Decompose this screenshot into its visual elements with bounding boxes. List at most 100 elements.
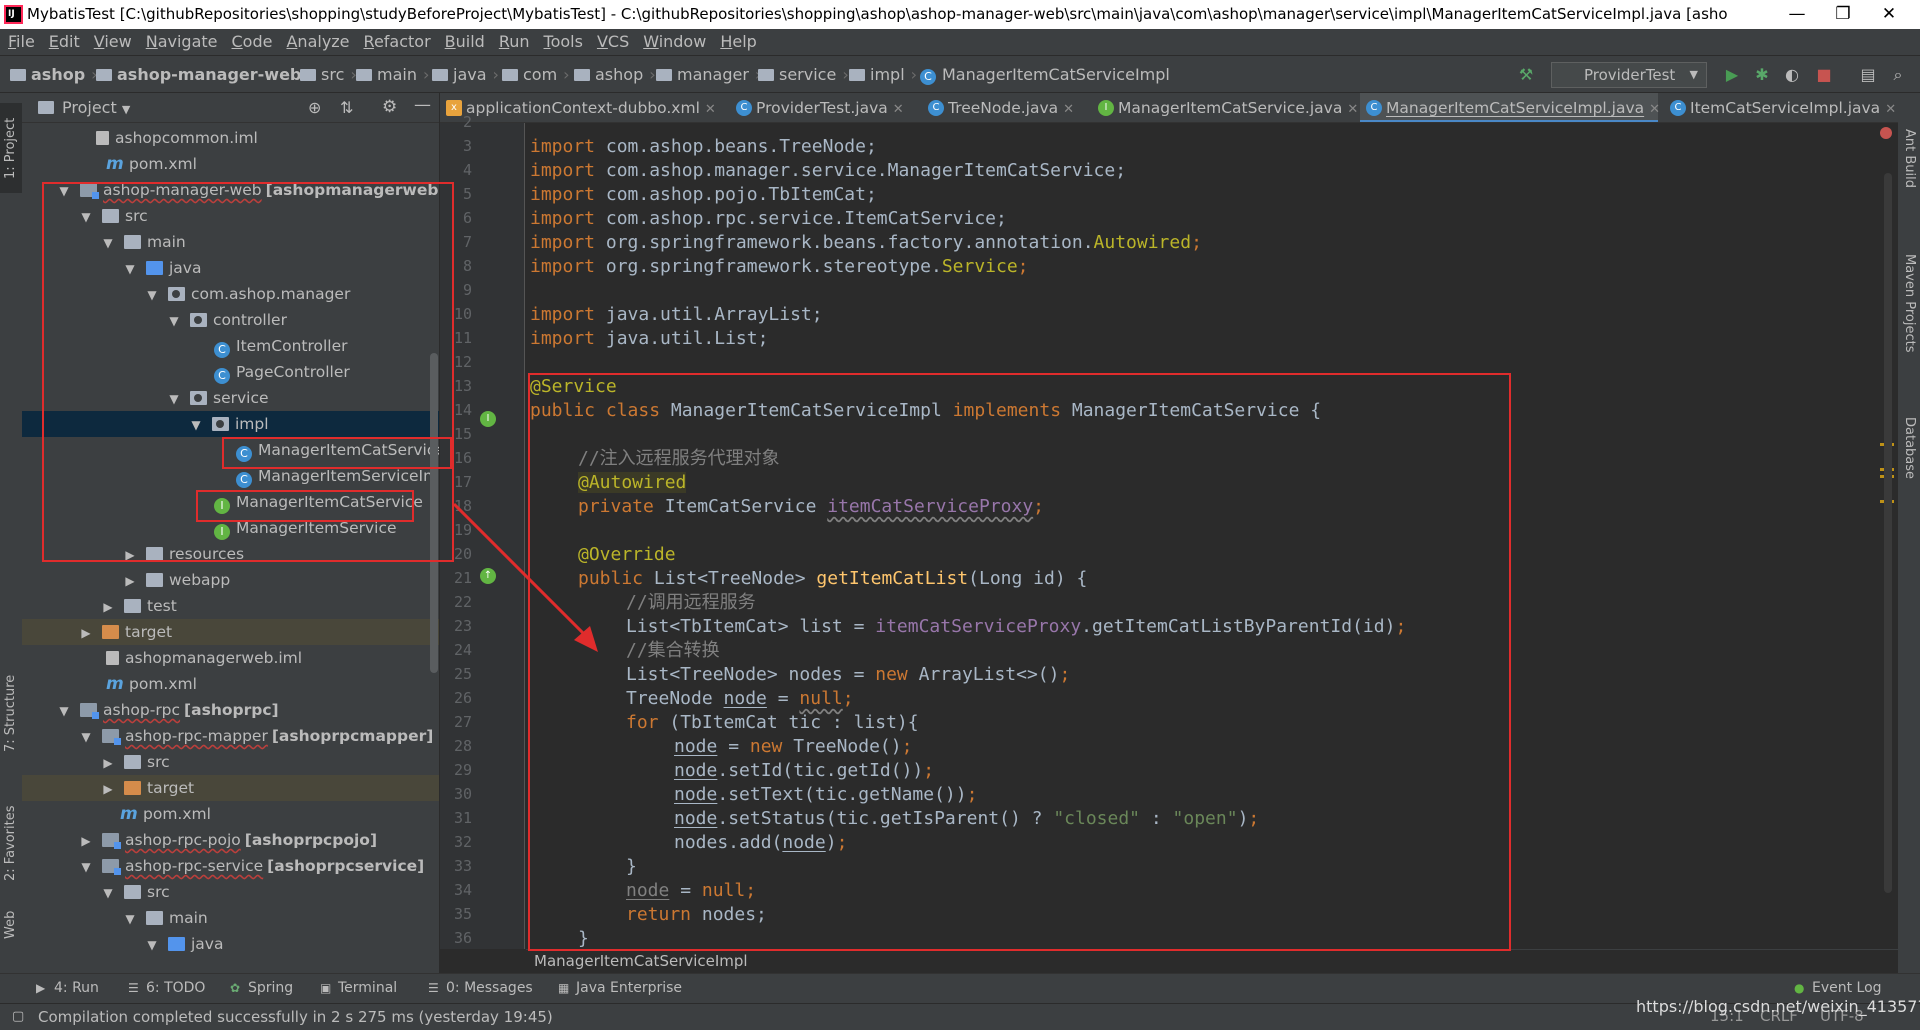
toggle-tool-windows-icon[interactable]: ▢ — [12, 1004, 24, 1030]
tree-item[interactable]: ▼ main — [22, 229, 439, 256]
tool-tab-structure[interactable]: 7: Structure — [0, 663, 22, 763]
tree-item[interactable]: ▼ java — [22, 255, 439, 282]
menu-tools[interactable]: Tools — [536, 29, 589, 55]
menu-file[interactable]: File — [0, 29, 41, 55]
crumb-impl[interactable]: impl › — [849, 65, 917, 84]
tree-item[interactable]: m pom.xml — [22, 151, 439, 177]
tool-tab-messages[interactable]: ☰ 0: Messages — [428, 980, 533, 996]
tree-item[interactable]: ▼ src — [22, 203, 439, 230]
tool-tab-java-enterprise[interactable]: ▦ Java Enterprise — [558, 980, 682, 996]
tool-tab-terminal[interactable]: ▣ Terminal — [320, 980, 397, 996]
menu-edit[interactable]: Edit — [41, 29, 86, 55]
menu-run[interactable]: Run — [491, 29, 536, 55]
crumb-ashop[interactable]: ashop › — [10, 65, 98, 84]
debug-icon[interactable]: ✱ — [1752, 65, 1772, 85]
tool-tab-maven-projects[interactable]: Maven Projects — [1898, 233, 1920, 373]
search-icon[interactable]: ⌕ — [1888, 65, 1908, 85]
expanded-arrow-icon[interactable]: ▼ — [102, 230, 114, 256]
scroll-from-source-icon[interactable]: ⊕ — [308, 98, 321, 117]
tool-tab-project[interactable]: 1: Project — [0, 103, 22, 193]
error-stripe[interactable] — [1876, 123, 1898, 949]
tree-item[interactable]: ▶ target — [22, 619, 439, 646]
tool-tab-run[interactable]: ▶ 4: Run — [36, 980, 99, 996]
crumb-service[interactable]: service › — [758, 65, 849, 84]
tool-tab-ant-build[interactable]: Ant Build — [1898, 113, 1920, 203]
run-config-select[interactable]: ProviderTest ▼ — [1551, 62, 1707, 88]
expanded-arrow-icon[interactable]: ▼ — [80, 204, 92, 230]
close-icon[interactable]: ✕ — [893, 102, 904, 117]
tree-item[interactable]: ▼ java — [22, 931, 439, 958]
menu-analyze[interactable]: Analyze — [278, 29, 355, 55]
build-hammer-icon[interactable]: ⚒ — [1516, 65, 1536, 85]
tree-item[interactable]: ▼ ashop-rpc-service [ashoprpcservice] — [22, 853, 439, 880]
tree-item[interactable]: ▼ controller — [22, 307, 439, 333]
close-icon[interactable]: ✕ — [1347, 102, 1358, 117]
tree-item[interactable]: I ManagerItemCatService — [22, 489, 439, 515]
hide-panel-icon[interactable]: — — [414, 95, 431, 115]
tool-tab-todo[interactable]: ☰ 6: TODO — [128, 980, 205, 996]
menu-navigate[interactable]: Navigate — [138, 29, 224, 55]
tree-item[interactable]: ▼ ashop-rpc-mapper [ashoprpcmapper] — [22, 723, 439, 749]
tree-item[interactable]: ▶ ashop-rpc-pojo [ashoprpcpojo] — [22, 827, 439, 854]
menu-refactor[interactable]: Refactor — [356, 29, 437, 55]
close-icon[interactable]: ✕ — [705, 102, 716, 117]
tree-item[interactable]: ▼ impl — [22, 411, 439, 437]
tab-manageritemcatserviceimpl[interactable]: C ManagerItemCatServiceImpl.java ✕ — [1360, 93, 1660, 122]
run-icon[interactable]: ▶ — [1722, 65, 1742, 85]
tree-item[interactable]: ▼ src — [22, 879, 439, 906]
tree-item[interactable]: ashopmanagerweb.iml — [22, 645, 439, 671]
editor-breadcrumb[interactable]: ManagerItemCatServiceImpl — [526, 949, 1898, 973]
collapsed-arrow-icon[interactable]: ▶ — [102, 776, 114, 802]
expanded-arrow-icon[interactable]: ▼ — [168, 386, 180, 412]
tree-item[interactable]: ▼ ashop-rpc [ashoprpc] — [22, 697, 439, 724]
menu-help[interactable]: Help — [712, 29, 762, 55]
expanded-arrow-icon[interactable]: ▼ — [124, 906, 136, 932]
close-icon[interactable]: ✕ — [1649, 102, 1660, 117]
crumb-ashop-pkg[interactable]: ashop › — [574, 65, 656, 84]
minimize-button[interactable]: — — [1774, 0, 1820, 29]
tree-item[interactable]: ▶ test — [22, 593, 439, 620]
tree-item[interactable]: ▼ main — [22, 905, 439, 932]
collapsed-arrow-icon[interactable]: ▶ — [124, 542, 136, 568]
tree-item[interactable]: m pom.xml — [22, 671, 439, 697]
collapsed-arrow-icon[interactable]: ▶ — [80, 828, 92, 854]
crumb-com[interactable]: com › — [502, 65, 570, 84]
tree-scrollbar[interactable] — [430, 353, 438, 673]
expanded-arrow-icon[interactable]: ▼ — [80, 854, 92, 880]
expanded-arrow-icon[interactable]: ▼ — [124, 256, 136, 282]
collapsed-arrow-icon[interactable]: ▶ — [80, 620, 92, 646]
crumb-class[interactable]: C ManagerItemCatServiceImpl — [920, 65, 1170, 85]
status-message[interactable]: Compilation completed successfully in 2 … — [38, 1004, 553, 1030]
menu-view[interactable]: View — [86, 29, 138, 55]
menu-build[interactable]: Build — [437, 29, 491, 55]
crumb-java[interactable]: java › — [432, 65, 499, 84]
tree-item[interactable]: C ManagerItemCatServiceIn — [22, 437, 439, 463]
crumb-src[interactable]: src › — [300, 65, 357, 84]
expanded-arrow-icon[interactable]: ▼ — [102, 880, 114, 906]
collapsed-arrow-icon[interactable]: ▶ — [102, 594, 114, 620]
tool-tab-favorites[interactable]: 2: Favorites — [0, 793, 22, 893]
implements-marker-icon[interactable]: I — [480, 411, 496, 427]
collapse-all-icon[interactable]: ⇅ — [340, 98, 353, 117]
tree-item[interactable]: ▼ service — [22, 385, 439, 412]
tree-item[interactable]: ashopcommon.iml — [22, 125, 439, 151]
tab-applicationcontext-dubbo[interactable]: x applicationContext-dubbo.xml ✕ — [440, 93, 716, 122]
tool-tab-spring[interactable]: ✿ Spring — [230, 980, 293, 996]
coverage-icon[interactable]: ◐ — [1782, 65, 1802, 85]
tree-item[interactable]: m pom.xml — [22, 801, 439, 827]
tab-manageritemcatservice[interactable]: I ManagerItemCatService.java ✕ — [1092, 93, 1358, 122]
expanded-arrow-icon[interactable]: ▼ — [146, 282, 158, 308]
tab-itemcatserviceimpl[interactable]: C ItemCatServiceImpl.java ✕ — [1664, 93, 1896, 122]
expanded-arrow-icon[interactable]: ▼ — [146, 932, 158, 958]
menu-window[interactable]: Window — [635, 29, 712, 55]
tree-item[interactable]: C PageController — [22, 359, 439, 385]
menu-vcs[interactable]: VCS — [589, 29, 635, 55]
tree-item[interactable]: ▶ webapp — [22, 567, 439, 593]
tool-tab-database[interactable]: Database — [1898, 403, 1920, 493]
expanded-arrow-icon[interactable]: ▼ — [58, 698, 70, 724]
stop-icon[interactable]: ■ — [1814, 65, 1834, 85]
expanded-arrow-icon[interactable]: ▼ — [58, 178, 70, 204]
crumb-ashop-manager-web[interactable]: ashop-manager-web› — [96, 65, 314, 84]
tree-item[interactable]: ▼ ashop-manager-web [ashopmanagerweb] — [22, 177, 439, 204]
close-icon[interactable]: ✕ — [1063, 102, 1074, 117]
